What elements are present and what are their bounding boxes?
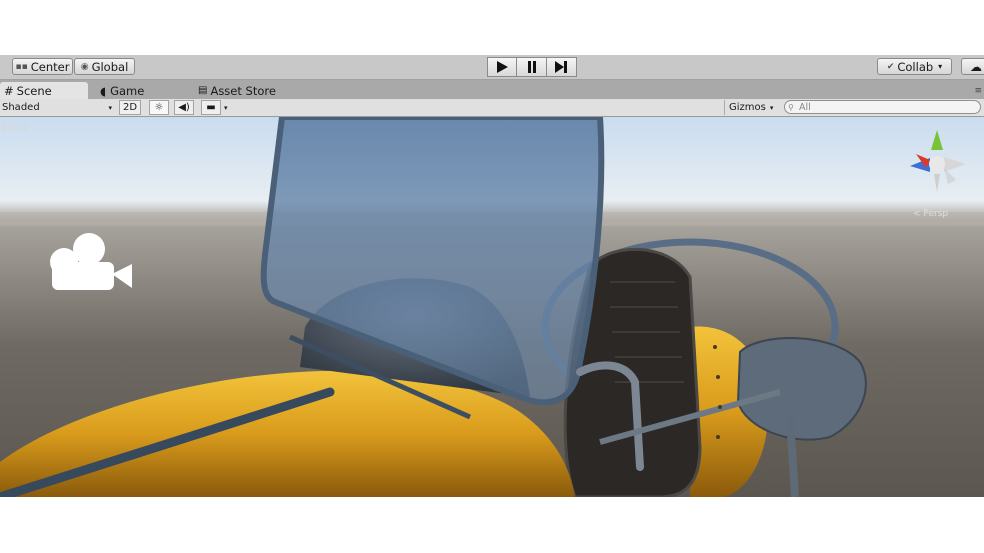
toggle-2d-label: 2D	[122, 102, 138, 113]
main-toolbar: ▪▪ Center ◉ Global ✔ Collab ▾ ☁	[0, 55, 984, 80]
tab-scene-label: Scene	[16, 83, 52, 98]
projection-label[interactable]: < Persp	[913, 209, 948, 219]
play-controls	[487, 57, 577, 77]
collab-label: Collab	[897, 59, 934, 74]
effects-toggle[interactable]: ▬	[201, 100, 221, 115]
play-icon	[497, 61, 508, 73]
camera-icon[interactable]	[46, 232, 134, 294]
scene-toolbar: Shaded ▾ 2D ☼ ◀) ▬ ▾ Gizmos ▾ ⚲ All	[0, 99, 984, 117]
gizmos-label: Gizmos	[729, 102, 766, 113]
play-button[interactable]	[487, 57, 517, 77]
space-label: Global	[91, 59, 129, 74]
vehicle-render	[0, 117, 984, 497]
cloud-icon: ☁	[970, 59, 982, 74]
chevron-down-icon: ▾	[938, 62, 943, 71]
pivot-label: Center	[30, 59, 70, 74]
tab-scene[interactable]: # Scene	[0, 82, 88, 99]
pacman-icon: ◖	[100, 83, 107, 98]
pivot-icon: ▪▪	[15, 61, 28, 72]
shading-mode-dropdown[interactable]: Shaded ▾	[2, 100, 114, 115]
pivot-center-button[interactable]: ▪▪ Center	[12, 58, 73, 75]
tab-game[interactable]: ◖ Game	[96, 82, 166, 99]
scene-viewport[interactable]: 4994 < Persp	[0, 117, 984, 497]
step-icon	[555, 61, 567, 73]
orientation-gizmo-icon[interactable]	[900, 122, 970, 202]
chevron-down-icon: ▾	[769, 103, 774, 112]
globe-icon: ◉	[80, 61, 89, 72]
sun-icon: ☼	[154, 102, 164, 113]
step-button[interactable]	[547, 57, 577, 77]
gizmos-dropdown[interactable]: Gizmos ▾	[724, 100, 776, 115]
effects-dropdown[interactable]: ▾	[224, 100, 234, 115]
top-letterbox	[0, 0, 984, 55]
collab-button[interactable]: ✔ Collab ▾	[877, 58, 952, 75]
tab-asset-store[interactable]: ▤ Asset Store	[194, 82, 304, 99]
coord-readout: 4994	[0, 122, 28, 135]
check-circle-icon: ✔	[886, 61, 895, 72]
audio-toggle[interactable]: ◀)	[174, 100, 194, 115]
chevron-down-icon: ▾	[224, 103, 228, 112]
cloud-button[interactable]: ☁	[961, 58, 984, 75]
search-icon: ⚲	[788, 102, 794, 112]
scene-search-input[interactable]: ⚲ All	[784, 100, 981, 114]
toggle-2d-button[interactable]: 2D	[119, 100, 141, 115]
chevron-down-icon: ▾	[108, 103, 112, 112]
tab-asset-store-label: Asset Store	[210, 83, 276, 98]
search-placeholder: All	[799, 101, 811, 113]
space-global-button[interactable]: ◉ Global	[74, 58, 135, 75]
pause-button[interactable]	[517, 57, 547, 77]
pause-icon	[527, 61, 536, 73]
view-tabs: # Scene ◖ Game ▤ Asset Store ≡	[0, 80, 984, 99]
tab-game-label: Game	[110, 83, 145, 98]
bag-icon: ▤	[198, 85, 208, 96]
grid-icon: #	[4, 83, 14, 98]
tab-menu-icon[interactable]: ≡	[974, 86, 982, 96]
bottom-letterbox	[0, 497, 984, 553]
shading-mode-label: Shaded	[2, 102, 40, 113]
lighting-toggle[interactable]: ☼	[149, 100, 169, 115]
speaker-icon: ◀)	[178, 102, 190, 113]
image-icon: ▬	[206, 102, 216, 113]
